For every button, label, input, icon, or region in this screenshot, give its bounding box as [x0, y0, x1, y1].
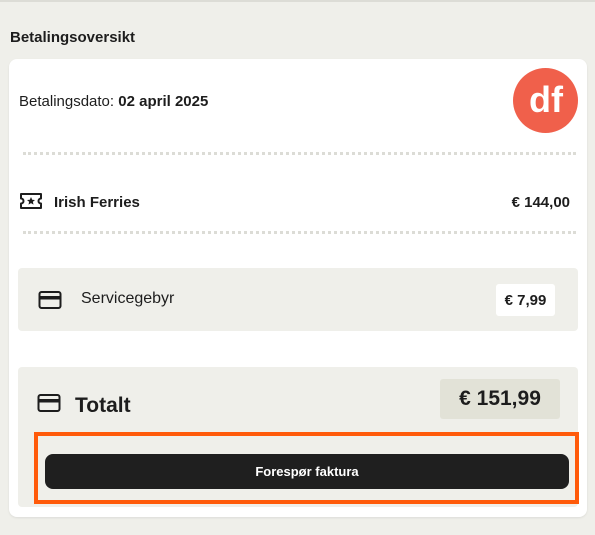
payment-summary-card: Betalingsdato: 02 april 2025 df Irish Fe… [9, 59, 587, 517]
credit-card-icon [37, 393, 61, 418]
dotted-divider [23, 231, 576, 234]
divider [0, 0, 595, 2]
dotted-divider [23, 152, 576, 155]
request-invoice-button[interactable]: Forespør faktura [45, 454, 569, 489]
credit-card-icon [38, 290, 62, 315]
payment-page: Betalingsoversikt Betalingsdato: 02 apri… [0, 0, 595, 535]
df-logo-icon: df [529, 81, 564, 120]
ticket-star-icon [19, 191, 43, 216]
brand-logo: df [513, 68, 578, 133]
service-fee-price: € 7,99 [496, 284, 555, 316]
payment-date-row: Betalingsdato: 02 april 2025 [19, 93, 208, 110]
logo-text: df [529, 81, 564, 120]
payment-date-label: Betalingsdato: [19, 93, 115, 110]
total-price: € 151,99 [440, 379, 560, 419]
ferry-line-item: Irish Ferries € 144,00 [19, 189, 570, 217]
total-label: Totalt [75, 394, 131, 417]
section-title: Betalingsoversikt [10, 29, 136, 46]
payment-date-value: 02 april 2025 [118, 93, 209, 110]
service-fee-row: Servicegebyr € 7,99 [18, 268, 578, 331]
ferry-operator-name: Irish Ferries [54, 194, 140, 211]
service-fee-label: Servicegebyr [81, 290, 175, 307]
ferry-price: € 144,00 [511, 194, 570, 211]
total-section: Totalt € 151,99 Forespør faktura [18, 367, 579, 507]
